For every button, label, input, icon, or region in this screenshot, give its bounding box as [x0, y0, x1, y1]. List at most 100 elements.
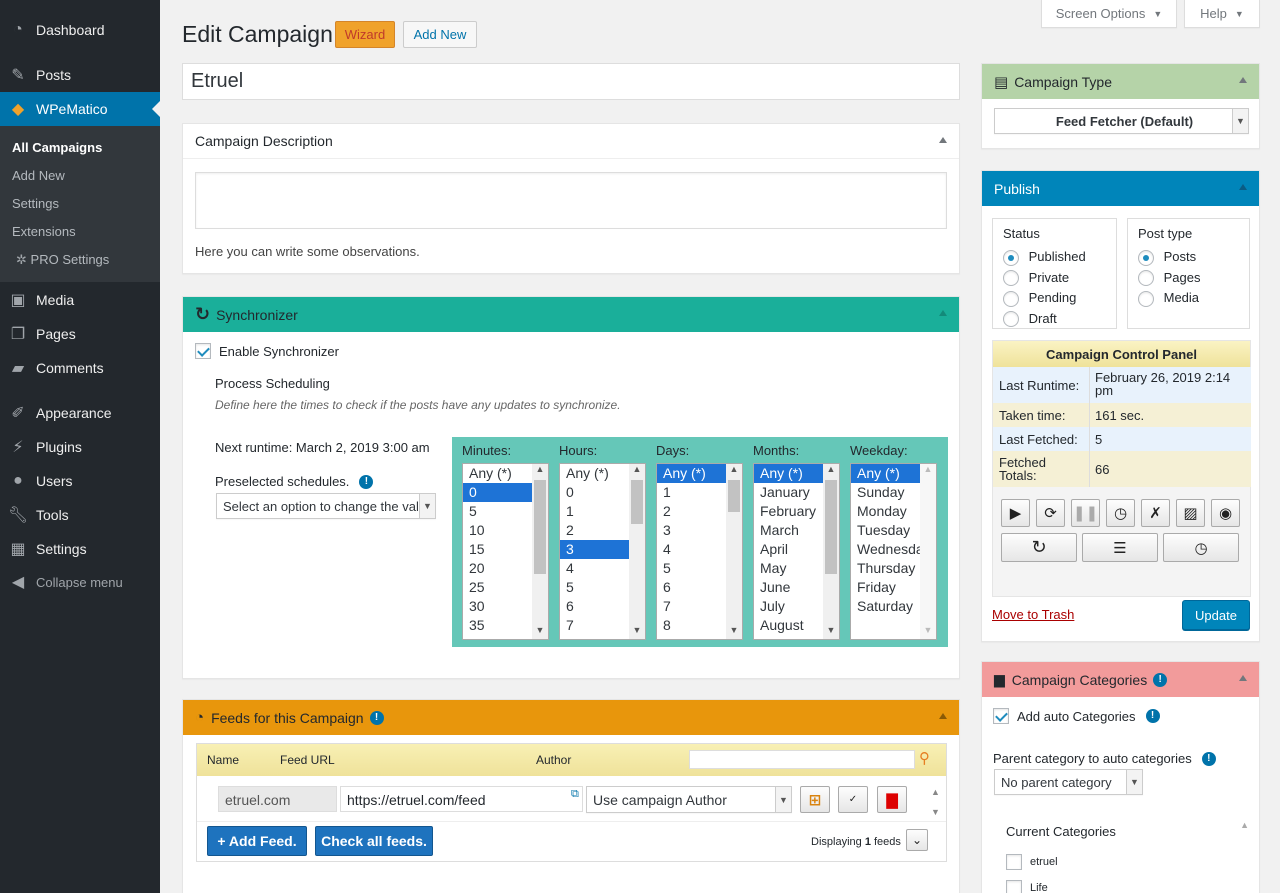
post-type-option-media[interactable]: Media: [1138, 288, 1201, 309]
category-item[interactable]: Life: [1006, 880, 1048, 893]
toggle-feeds-button[interactable]: ⌄: [906, 829, 928, 851]
list-item[interactable]: April: [754, 540, 823, 559]
list-item[interactable]: 1: [560, 502, 629, 521]
scrollbar-thumb[interactable]: [728, 480, 740, 512]
info-icon[interactable]: !: [1145, 709, 1160, 723]
list-item[interactable]: Sunday: [851, 483, 920, 502]
sidebar-item-users[interactable]: ● Users: [0, 464, 160, 498]
campaign-type-header[interactable]: ▤ Campaign Type: [982, 64, 1259, 99]
scroll-down-icon[interactable]: ▼: [920, 625, 936, 639]
check-all-feeds-button[interactable]: Check all feeds.: [315, 826, 433, 856]
sidebar-item-tools[interactable]: 🔧︎ Tools: [0, 498, 160, 532]
help-button[interactable]: Help ▼: [1184, 0, 1260, 28]
update-button[interactable]: Update: [1182, 600, 1250, 630]
toggle-arrow-icon[interactable]: [939, 137, 947, 143]
pause-button[interactable]: ❚❚: [1071, 499, 1100, 527]
radio[interactable]: [1003, 311, 1019, 328]
list-item[interactable]: 25: [463, 578, 532, 597]
category-checkbox[interactable]: [1006, 880, 1022, 893]
list-item[interactable]: 3: [657, 521, 726, 540]
feed-url-field[interactable]: https://etruel.com/feed: [340, 786, 583, 812]
auto-categories-checkbox[interactable]: [993, 708, 1009, 724]
list-item[interactable]: July: [754, 597, 823, 616]
info-icon[interactable]: !: [1201, 751, 1216, 766]
list-item[interactable]: Any (*): [657, 464, 726, 483]
description-textarea[interactable]: [195, 172, 947, 229]
scroll-up-icon[interactable]: ▲: [1240, 820, 1249, 830]
list-item[interactable]: 5: [463, 502, 532, 521]
list-item[interactable]: March: [754, 521, 823, 540]
scrollbar-thumb[interactable]: [534, 480, 546, 574]
row-scroll-icon[interactable]: ▲ ▼: [931, 782, 940, 822]
post-type-option-posts[interactable]: Posts: [1138, 247, 1201, 268]
scroll-up-icon[interactable]: ▲: [629, 464, 645, 478]
list-item[interactable]: 1: [657, 483, 726, 502]
scrollbar[interactable]: ▲ ▼: [726, 464, 742, 639]
scroll-up-icon[interactable]: ▲: [726, 464, 742, 478]
reload-button[interactable]: ↻: [1001, 533, 1077, 562]
feed-name-field[interactable]: etruel.com: [218, 786, 337, 812]
scroll-down-icon[interactable]: ▼: [532, 625, 548, 639]
move-to-trash-link[interactable]: Move to Trash: [992, 607, 1074, 622]
scrollbar[interactable]: ▲ ▼: [532, 464, 548, 639]
list-item[interactable]: August: [754, 616, 823, 635]
sidebar-item-appearance[interactable]: ✐ Appearance: [0, 396, 160, 430]
scrollbar-thumb[interactable]: [825, 480, 837, 574]
collapse-menu-button[interactable]: ◀ Collapse menu: [0, 565, 160, 599]
parent-category-select[interactable]: No parent category ▼: [994, 769, 1143, 795]
campaign-title-input[interactable]: Etruel: [182, 63, 960, 100]
list-item[interactable]: 2: [657, 502, 726, 521]
months-list[interactable]: Any (*) January February March April May…: [753, 463, 840, 640]
submenu-extensions[interactable]: Extensions: [12, 224, 76, 239]
list-item[interactable]: Monday: [851, 502, 920, 521]
toggle-arrow-icon[interactable]: [939, 310, 947, 316]
scroll-up-icon[interactable]: ▲: [532, 464, 548, 478]
list-item[interactable]: Wednesday: [851, 540, 931, 559]
sidebar-item-dashboard[interactable]: ◔ Dashboard: [0, 13, 160, 47]
status-option-published[interactable]: Published: [1003, 247, 1086, 268]
categories-header[interactable]: ▆ Campaign Categories !: [982, 662, 1259, 697]
list-item[interactable]: 7: [657, 597, 726, 616]
scrollbar[interactable]: ▲ ▼: [629, 464, 645, 639]
list-item[interactable]: 5: [560, 578, 629, 597]
list-item[interactable]: May: [754, 559, 823, 578]
radio[interactable]: [1003, 249, 1019, 266]
radio[interactable]: [1138, 290, 1154, 307]
sidebar-item-comments[interactable]: ▰ Comments: [0, 351, 160, 385]
scrollbar[interactable]: ▲ ▼: [920, 464, 936, 639]
radio[interactable]: [1003, 270, 1019, 287]
submenu-all-campaigns[interactable]: All Campaigns: [12, 140, 102, 155]
sidebar-item-posts[interactable]: ✎ Posts: [0, 58, 160, 92]
list-item[interactable]: February: [754, 502, 823, 521]
radio[interactable]: [1003, 290, 1019, 307]
post-type-option-pages[interactable]: Pages: [1138, 268, 1201, 289]
list-item[interactable]: Any (*): [560, 464, 629, 483]
publish-header[interactable]: Publish: [982, 171, 1259, 206]
sidebar-item-media[interactable]: ▣ Media: [0, 283, 160, 317]
screen-options-button[interactable]: Screen Options ▼: [1041, 0, 1177, 28]
list-item[interactable]: June: [754, 578, 823, 597]
preselected-select[interactable]: Select an option to change the values. ▼: [216, 493, 436, 519]
list-item[interactable]: 0: [560, 483, 629, 502]
list-item[interactable]: 6: [657, 578, 726, 597]
submenu-pro-settings[interactable]: ✲ PRO Settings: [16, 252, 109, 268]
list-item[interactable]: Friday: [851, 578, 920, 597]
sidebar-item-plugins[interactable]: ⚡ Plugins: [0, 430, 160, 464]
list-item[interactable]: Any (*): [754, 464, 823, 483]
feeds-header[interactable]: ◔ Feeds for this Campaign !: [183, 700, 959, 735]
add-new-button[interactable]: Add New: [403, 21, 477, 48]
info-icon[interactable]: !: [1153, 672, 1168, 687]
list-item[interactable]: 35: [463, 616, 532, 635]
enable-sync-checkbox[interactable]: [195, 343, 211, 359]
campaign-type-select[interactable]: Feed Fetcher (Default) ▼: [994, 108, 1249, 134]
synchronizer-header[interactable]: ↻ Synchronizer: [183, 297, 959, 332]
list-item[interactable]: Any (*): [851, 464, 920, 483]
info-icon[interactable]: !: [359, 474, 374, 489]
description-header[interactable]: Campaign Description: [183, 124, 959, 159]
clear-button[interactable]: ▨: [1176, 499, 1205, 527]
radio[interactable]: [1138, 270, 1154, 287]
scrollbar[interactable]: ▲ ▼: [823, 464, 839, 639]
list-item[interactable]: 15: [463, 540, 532, 559]
check-feed-button[interactable]: ✓: [838, 786, 868, 813]
list-item[interactable]: 8: [657, 616, 726, 635]
